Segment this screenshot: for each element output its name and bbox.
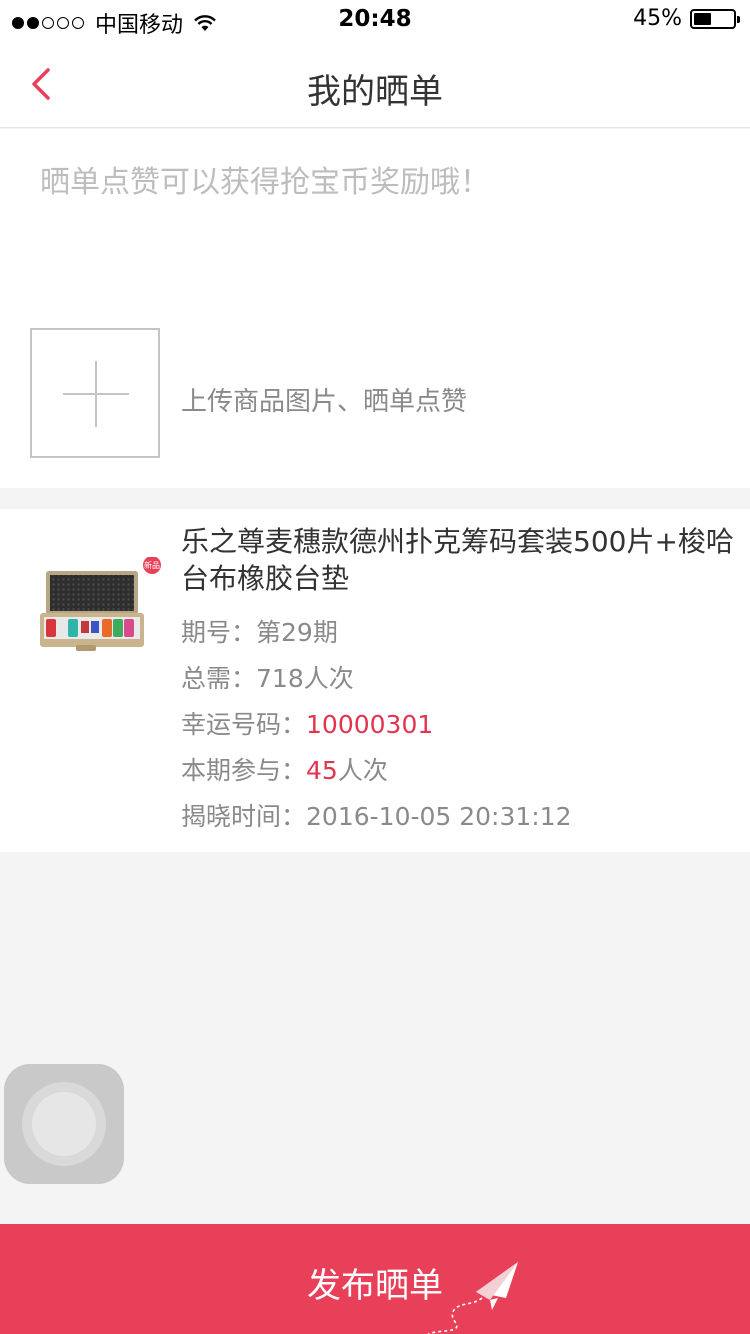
publish-label: 发布晒单 — [307, 1266, 443, 1306]
participation-label: 本期参与： — [181, 756, 307, 785]
page-title: 我的晒单 — [307, 72, 443, 112]
lucky-number-value: 10000301 — [306, 710, 434, 739]
lucky-number-label: 幸运号码： — [181, 710, 307, 739]
lucky-number-row: 幸运号码：10000301 — [181, 705, 433, 741]
paper-plane-icon — [427, 1262, 518, 1334]
reveal-time-label: 揭晓时间： — [181, 802, 307, 831]
publish-button[interactable]: 发布晒单 — [0, 1224, 750, 1334]
total-label: 总需： — [181, 664, 257, 693]
plus-icon-vertical — [95, 361, 97, 427]
nav-bar: 我的晒单 — [0, 40, 750, 128]
reveal-time-value: 2016-10-05 20:31:12 — [306, 802, 572, 831]
status-right: 45% — [633, 6, 740, 31]
assistive-touch-button[interactable] — [4, 1064, 124, 1184]
total-value: 718人次 — [256, 664, 354, 693]
product-title: 乐之尊麦穗款德州扑克筹码套装500片+梭哈台布橡胶台垫 — [181, 525, 734, 595]
total-row: 总需：718人次 — [181, 659, 354, 695]
product-image: 新品 — [40, 557, 161, 651]
participation-count: 45 — [306, 756, 338, 785]
new-badge: 新品 — [144, 560, 160, 570]
upload-image-button[interactable] — [30, 328, 160, 458]
review-text-input[interactable] — [40, 157, 710, 317]
status-bar: 中国移动 20:48 45% — [0, 0, 750, 40]
participation-unit: 人次 — [337, 756, 388, 785]
reveal-time-row: 揭晓时间：2016-10-05 20:31:12 — [181, 797, 572, 833]
product-card[interactable]: 新品 乐之尊麦穗款德州扑克筹码套装500片+梭哈台布橡胶台垫 期号：第29期 总… — [0, 509, 750, 852]
upload-hint: 上传商品图片、晒单点赞 — [181, 387, 468, 417]
period-value: 第29期 — [256, 618, 338, 647]
battery-fill — [694, 12, 712, 25]
compose-area: 上传商品图片、晒单点赞 — [0, 129, 750, 488]
battery-percent: 45% — [633, 6, 682, 31]
participation-row: 本期参与：45人次 — [181, 751, 388, 787]
period-row: 期号：第29期 — [181, 613, 338, 649]
battery-icon — [690, 8, 740, 29]
period-label: 期号： — [181, 618, 257, 647]
